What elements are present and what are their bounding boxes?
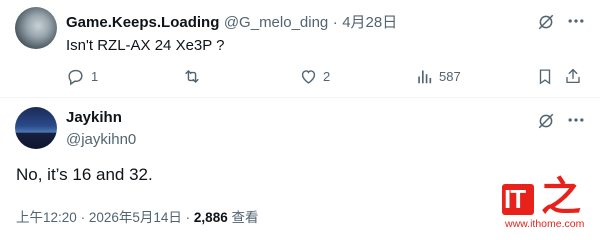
handle[interactable]: @jaykihn0 [66,131,136,148]
analytics-icon [416,67,434,86]
retweet-button[interactable] [182,67,202,86]
share-icon [564,66,582,86]
display-name[interactable]: Game.Keeps.Loading [66,14,219,31]
tweet-header: Game.Keeps.Loading @G_melo_ding · 4月28日 [66,11,397,32]
views-count: 587 [439,69,461,84]
tweet-meta: 上午12:20 · 2026年5月14日 · 2,886 查看 [16,206,258,226]
grok-icon[interactable] [537,112,555,130]
ithome-logo-text: IT [504,184,526,214]
reply-count: 1 [91,69,99,84]
handle[interactable]: @G_melo_ding [224,14,328,31]
separator-dot: · [332,14,338,31]
tweet-date[interactable]: 2026年5月14日 [89,210,182,225]
ithome-url: www.ithome.com [505,218,585,230]
tweet-time[interactable]: 上午12:20 [16,210,77,225]
avatar-game-keeps-loading[interactable] [15,7,57,49]
heart-icon [299,67,318,86]
more-options-icon[interactable] [566,11,586,31]
tweet-text: Isn't RZL-AX 24 Xe3P ? [66,37,225,54]
grok-icon[interactable] [537,13,555,31]
like-count: 2 [323,69,331,84]
retweet-icon [182,67,202,86]
tweet-text: No, it’s 16 and 32. [16,165,153,184]
views-button[interactable]: 587 [416,67,461,86]
display-name[interactable]: Jaykihn [66,109,122,126]
like-button[interactable]: 2 [299,67,330,86]
share-button[interactable] [564,66,582,86]
separator-dot: · [80,210,86,225]
bookmark-icon [536,67,554,86]
tweet-divider [0,97,600,98]
reply-icon [66,67,85,86]
reply-button[interactable]: 1 [66,67,98,86]
avatar-jaykihn[interactable] [15,107,57,149]
tweet-date[interactable]: 4月28日 [342,14,397,31]
ithome-logo-char: 之 [541,173,581,220]
separator-dot: · [185,210,191,225]
views-label: 查看 [231,210,259,225]
views-count: 2,886 [193,210,228,225]
more-options-icon[interactable] [566,110,586,130]
bookmark-button[interactable] [536,67,554,86]
